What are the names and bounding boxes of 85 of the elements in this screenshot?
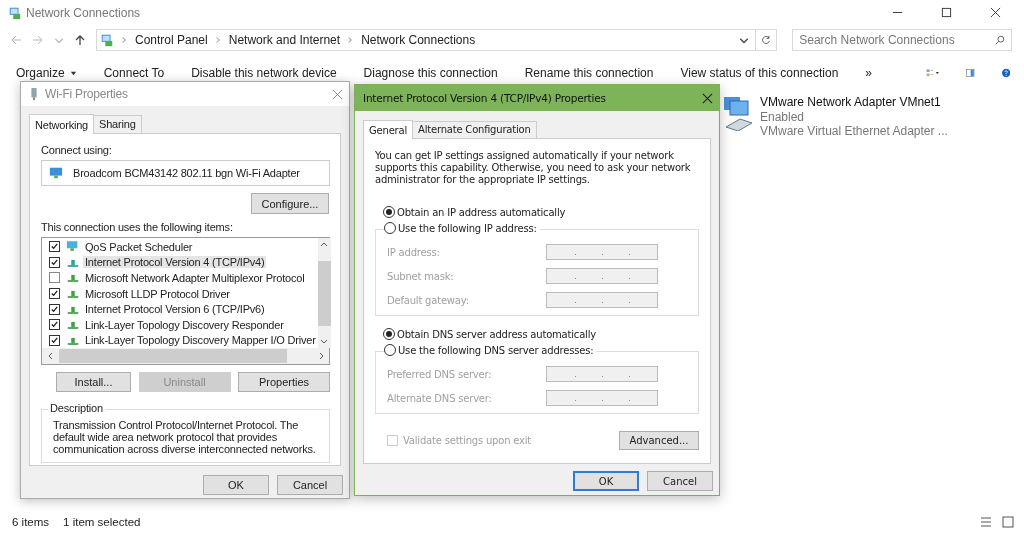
- maximize-icon[interactable]: [941, 7, 952, 18]
- dialog-button[interactable]: Cancel: [647, 471, 713, 491]
- description-text: Transmission Control Protocol/Internet Protocol. The default wide area network protocol that provides communication across diverse interconnected networks.: [53, 419, 317, 455]
- breadcrumb-item[interactable]: Network and Internet: [228, 33, 341, 47]
- chevron-icon: [122, 36, 127, 44]
- toolbar-button[interactable]: Connect To: [103, 66, 165, 80]
- breadcrumb-item[interactable]: Control Panel: [135, 33, 208, 47]
- vertical-scrollbar[interactable]: [317, 238, 331, 348]
- protocol-icon: [66, 288, 80, 300]
- radio-button[interactable]: [383, 206, 395, 218]
- checkbox[interactable]: [49, 288, 60, 300]
- field-label: IP address:: [387, 246, 440, 258]
- search-field[interactable]: Search Network Connections: [792, 29, 1012, 51]
- radio-label[interactable]: Obtain DNS server address automatically: [397, 328, 596, 340]
- list-item[interactable]: Link-Layer Topology Discovery Responder: [83, 318, 286, 331]
- network-folder-icon: [8, 5, 22, 20]
- tab[interactable]: Alternate Configuration: [412, 121, 537, 138]
- breadcrumb-item[interactable]: Network Connections: [361, 33, 476, 47]
- horizontal-scrollbar[interactable]: [42, 348, 329, 364]
- monitor-icon: [66, 241, 80, 253]
- checkbox[interactable]: [49, 303, 60, 315]
- list-item[interactable]: Internet Protocol Version 4 (TCP/IPv4): [83, 256, 267, 269]
- tab[interactable]: Sharing: [93, 115, 142, 133]
- list-item[interactable]: QoS Packet Scheduler: [83, 240, 195, 253]
- search-icon: [995, 35, 1005, 45]
- field-label: Default gateway:: [387, 294, 469, 306]
- configure-button[interactable]: Configure...: [251, 193, 329, 214]
- group-label: Description: [48, 402, 105, 414]
- item-count: 6 items: [12, 516, 50, 528]
- dialog-title: Wi-Fi Properties: [45, 87, 128, 101]
- field-label: Alternate DNS server:: [387, 392, 492, 404]
- chevron-icon: [215, 36, 221, 44]
- connect-using-label: Connect using:: [41, 144, 113, 156]
- close-icon[interactable]: [702, 92, 713, 104]
- field-label: Subnet mask:: [387, 270, 454, 282]
- protocol-icon: [66, 272, 80, 284]
- address-bar[interactable]: Control Panel Network and Internet Network Connections: [96, 29, 757, 51]
- dialog-title: Internet Protocol Version 4 (TCP/IPv4) Properties: [363, 92, 606, 104]
- list-item[interactable]: Microsoft LLDP Protocol Driver: [83, 287, 232, 300]
- items-label: This connection uses the following items:: [41, 221, 234, 233]
- radio-button[interactable]: [384, 222, 396, 234]
- toolbar-button[interactable]: Rename this connection: [524, 66, 654, 80]
- radio-label[interactable]: Obtain an IP address automatically: [397, 206, 566, 218]
- radio-button[interactable]: [383, 328, 395, 340]
- tab[interactable]: Networking: [29, 114, 95, 134]
- action-button[interactable]: Install...: [56, 372, 131, 392]
- wifi-adapter-icon: [29, 87, 39, 101]
- toolbar-button[interactable]: Organize: [16, 66, 77, 80]
- dialog-button[interactable]: OK: [573, 471, 639, 491]
- radio-button[interactable]: [384, 344, 396, 356]
- connection-device: VMware Virtual Ethernet Adapter ...: [760, 124, 948, 139]
- dialog-button[interactable]: Cancel: [277, 475, 343, 495]
- intro-text: You can get IP settings assigned automatically if your network supports this capability. Otherwise, you need to ask your network administrator for the appropriate IP settings.: [375, 150, 692, 186]
- up-arrow-icon[interactable]: [74, 34, 86, 46]
- selection-count: 1 item selected: [63, 516, 141, 528]
- checkbox[interactable]: [49, 334, 60, 346]
- adapter-field: Broadcom BCM43142 802.11 bgn Wi-Fi Adapter: [41, 160, 330, 186]
- protocol-icon: [66, 319, 80, 331]
- list-item[interactable]: Internet Protocol Version 6 (TCP/IPv6): [83, 303, 267, 316]
- checkbox[interactable]: [49, 241, 60, 253]
- window-title: Network Connections: [26, 5, 141, 20]
- refresh-icon: [761, 35, 772, 45]
- connection-status: Enabled: [760, 109, 806, 124]
- toolbar-button[interactable]: Disable this network device: [191, 66, 337, 80]
- checkbox[interactable]: [49, 319, 60, 331]
- network-adapter-icon: [49, 166, 63, 180]
- checkbox[interactable]: [49, 272, 60, 284]
- dropdown-caret-icon[interactable]: [739, 35, 750, 45]
- large-icons-view-icon[interactable]: [1002, 516, 1014, 528]
- dialog-button[interactable]: OK: [203, 475, 269, 495]
- list-item[interactable]: Link-Layer Topology Discovery Mapper I/O Driver: [83, 334, 318, 347]
- more-commands-button[interactable]: »: [865, 66, 872, 80]
- network-folder-icon: [100, 33, 114, 47]
- action-button[interactable]: Properties: [238, 372, 330, 392]
- close-icon[interactable]: [990, 7, 1001, 18]
- refresh-button[interactable]: [755, 29, 778, 51]
- advanced-button[interactable]: Advanced...: [619, 431, 699, 450]
- list-item[interactable]: Microsoft Network Adapter Multiplexor Protocol: [83, 272, 307, 284]
- toolbar-button[interactable]: Diagnose this connection: [363, 66, 498, 80]
- field-label: Preferred DNS server:: [387, 368, 492, 380]
- toolbar-button[interactable]: View status of this connection: [680, 66, 839, 80]
- connection-name: VMware Network Adapter VMnet1: [760, 95, 942, 110]
- chevron-icon: [348, 36, 354, 44]
- checkbox[interactable]: [49, 256, 60, 268]
- tab[interactable]: General: [363, 120, 413, 139]
